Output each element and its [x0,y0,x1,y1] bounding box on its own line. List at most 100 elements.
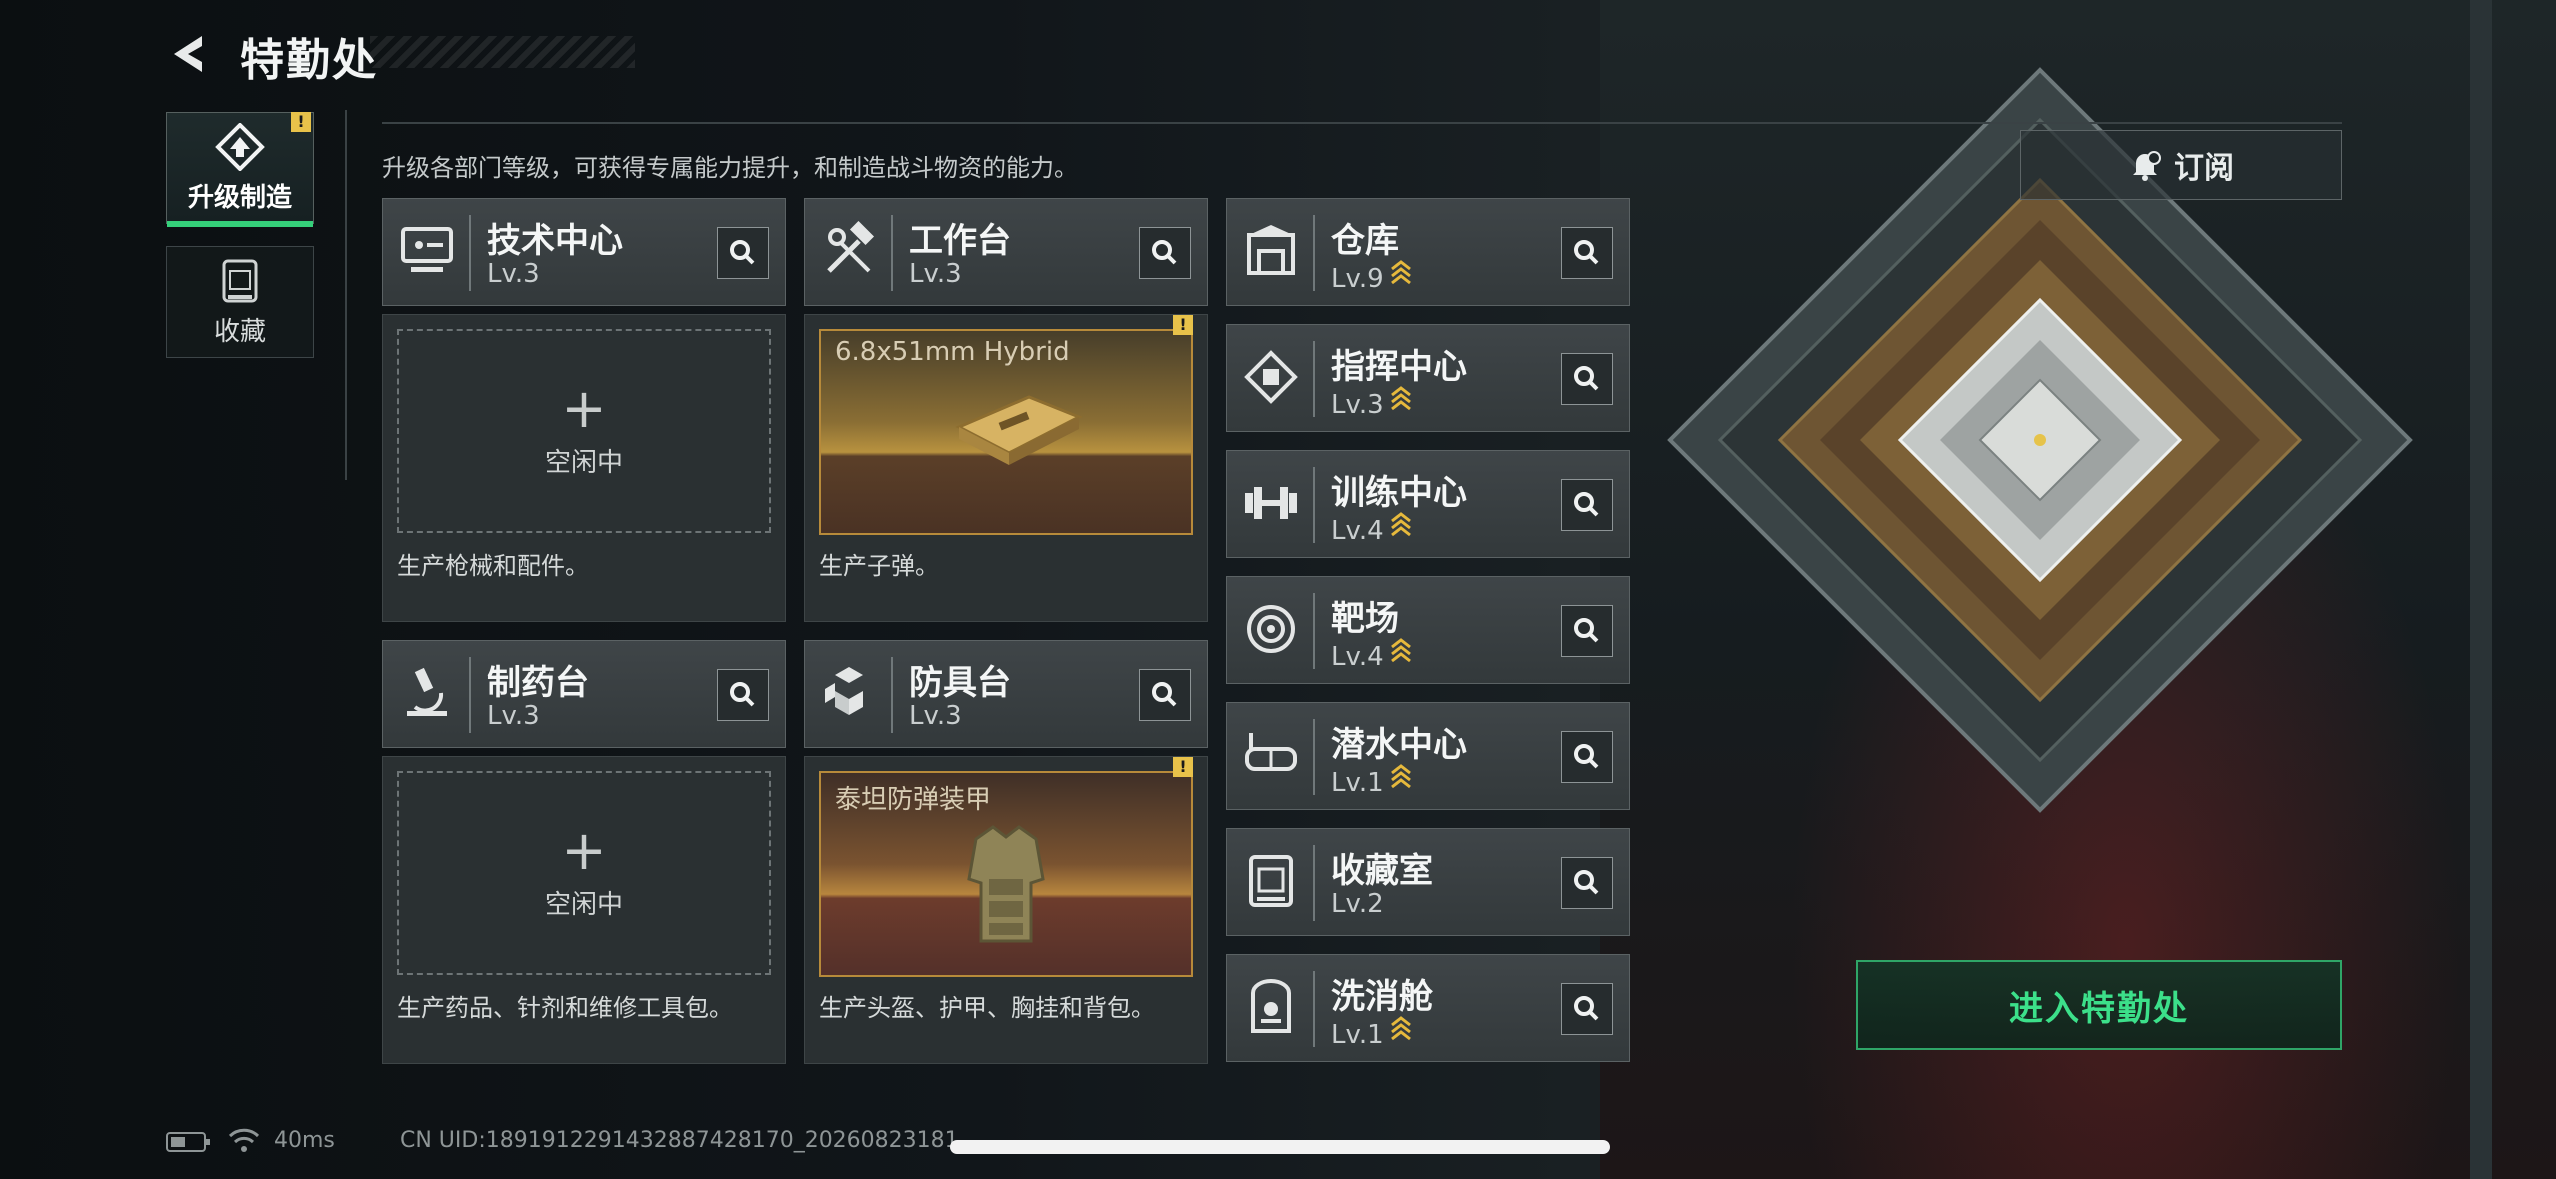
target-icon [1247,605,1295,653]
dept-card[interactable]: 指挥中心 Lv.3 [1226,324,1630,432]
dept-card-armor-bench[interactable]: 防具台 Lv.3 [804,640,1208,748]
search-icon [1574,240,1599,265]
dept-card[interactable]: 收藏室 Lv.2 [1226,828,1630,936]
dept-card-tech-center[interactable]: 技术中心 Lv.3 [382,198,786,306]
upgrade-chevrons-icon [1390,386,1411,411]
trophy-case-icon [1249,855,1293,907]
alert-badge: ! [291,112,311,132]
alert-badge: ! [1173,315,1193,335]
search-icon [1574,618,1599,643]
upgrade-chevrons-icon [1390,638,1411,663]
upgrade-chevrons-icon [1390,512,1411,537]
dept-level-text: Lv.4 [1331,642,1384,672]
inspect-button[interactable] [1561,479,1613,531]
page-description: 升级各部门等级，可获得专属能力提升，和制造战斗物资的能力。 [382,154,1078,182]
search-icon [1574,996,1599,1021]
separator [1313,593,1315,669]
dept-card-pharmacy[interactable]: 制药台 Lv.3 [382,640,786,748]
upgrade-available-icon [1390,386,1412,419]
inspect-button[interactable] [1561,227,1613,279]
inspect-button[interactable] [1139,227,1191,279]
alert-badge: ! [1173,757,1193,777]
computer-icon [401,227,453,272]
dept-name: 仓库 [1331,221,1399,261]
dept-description: 生产枪械和配件。 [397,552,589,580]
inspect-button[interactable] [1561,605,1613,657]
subscribe-button[interactable]: 订阅 [2020,130,2342,200]
dept-card-workbench[interactable]: 工作台 Lv.3 [804,198,1208,306]
enter-headquarters-button[interactable]: 进入特勤处 [1856,960,2342,1050]
inspect-button[interactable] [1561,353,1613,405]
search-icon [730,240,755,265]
dept-description: 生产药品、针剂和维修工具包。 [397,994,733,1022]
dept-card[interactable]: 训练中心 Lv.4 [1226,450,1630,558]
microscope-icon [407,667,447,716]
dept-name: 技术中心 [487,221,623,261]
dept-level: Lv.3 [909,701,962,731]
back-button[interactable] [166,30,214,78]
upgrade-available-icon [1390,1016,1412,1049]
empty-slot[interactable]: + 空闲中 [397,771,771,975]
tab-collection[interactable]: 收藏 [166,246,314,358]
inspect-button[interactable] [717,227,769,279]
dept-card[interactable]: 靶场 Lv.4 [1226,576,1630,684]
separator [1313,719,1315,795]
separator [1313,215,1315,291]
ammo-box-icon [955,395,1083,465]
wifi-icon [228,1128,260,1152]
producing-slot[interactable]: 泰坦防弹装甲 [819,771,1193,977]
dept-level: Lv.3 [1331,385,1412,420]
production-slot-card[interactable]: 泰坦防弹装甲 ! 生产头盔、护甲、胸挂和背包。 [804,756,1208,1064]
production-slot-card[interactable]: 6.8x51mm Hybrid ! 生产子弹。 [804,314,1208,622]
inspect-button[interactable] [1139,669,1191,721]
inspect-button[interactable] [1561,731,1613,783]
inspect-button[interactable] [717,669,769,721]
dept-card[interactable]: 潜水中心 Lv.1 [1226,702,1630,810]
dept-level-text: Lv.1 [1331,768,1384,798]
dept-level: Lv.1 [1331,1015,1412,1050]
cubes-icon [825,667,863,715]
dept-card[interactable]: 洗消舱 Lv.1 [1226,954,1630,1062]
body-armor-icon [967,825,1045,943]
product-name: 6.8x51mm Hybrid [835,337,1070,367]
dept-level-text: Lv.4 [1331,516,1384,546]
decon-pod-icon [1251,979,1291,1033]
upgrade-chevrons-icon [1390,260,1411,285]
subscribe-label: 订阅 [2174,151,2234,186]
separator [891,657,893,733]
dept-name: 靶场 [1331,599,1399,639]
add-icon: + [561,818,607,882]
dept-card[interactable]: 仓库 Lv.9 [1226,198,1630,306]
dept-name: 指挥中心 [1331,347,1467,387]
collection-case-icon [222,259,258,302]
dept-name: 训练中心 [1331,473,1467,513]
producing-slot[interactable]: 6.8x51mm Hybrid [819,329,1193,535]
slot-status: 空闲中 [544,889,623,920]
search-icon [1574,366,1599,391]
inspect-button[interactable] [1561,857,1613,909]
upgrade-icon [215,122,265,171]
upgrade-available-icon [1390,764,1412,797]
dept-level-text: Lv.3 [1331,390,1384,420]
upgrade-available-icon [1390,260,1412,293]
dept-name: 防具台 [909,663,1011,703]
dept-level: Lv.2 [1331,889,1384,919]
home-indicator[interactable] [950,1140,1610,1154]
inspect-button[interactable] [1561,983,1613,1035]
add-icon: + [561,376,607,440]
dept-level: Lv.4 [1331,637,1412,672]
tab-upgrade-craft[interactable]: 升级制造 ! [166,112,314,227]
divider [382,122,2342,124]
empty-slot[interactable]: + 空闲中 [397,329,771,533]
dept-name: 制药台 [487,663,589,703]
tools-icon [827,221,875,273]
separator [891,215,893,291]
dept-level: Lv.3 [487,701,540,731]
production-slot-card[interactable]: + 空闲中 生产药品、针剂和维修工具包。 [382,756,786,1064]
ping-readout: 40ms [274,1128,335,1153]
dept-level-text: Lv.1 [1331,1020,1384,1050]
separator [1313,971,1315,1047]
separator [1313,845,1315,921]
separator [469,657,471,733]
production-slot-card[interactable]: + 空闲中 生产枪械和配件。 [382,314,786,622]
